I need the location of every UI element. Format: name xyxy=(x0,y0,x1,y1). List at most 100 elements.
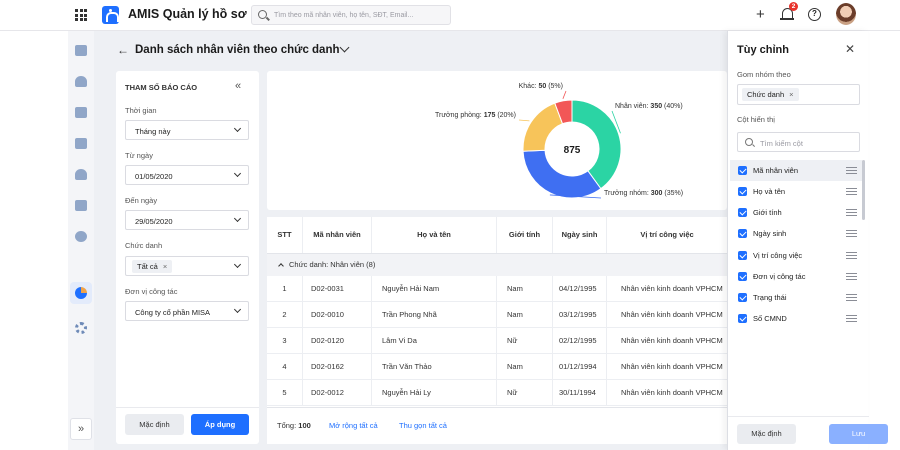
donut-slice[interactable] xyxy=(522,149,602,199)
cell-dob: 04/12/1995 xyxy=(553,276,607,302)
customize-default-button[interactable]: Mặc định xyxy=(737,424,796,444)
table-row[interactable]: 2 D02-0010 Trần Phong Nhã Nam 03/12/1995… xyxy=(267,302,727,328)
back-arrow-icon[interactable]: ← xyxy=(117,43,129,57)
collapse-all-link[interactable]: Thu gọn tất cả xyxy=(399,421,447,430)
column-option[interactable]: Số CMND xyxy=(730,308,862,329)
col-header-gender[interactable]: Giới tính xyxy=(497,217,553,253)
checkbox-checked-icon[interactable] xyxy=(738,272,747,281)
table-row[interactable]: 5 D02-0012 Nguyễn Hải Ly Nữ 30/11/1994 N… xyxy=(267,380,727,406)
drag-handle-icon[interactable] xyxy=(846,167,857,174)
checkbox-checked-icon[interactable] xyxy=(738,187,747,196)
drag-handle-icon[interactable] xyxy=(846,273,857,280)
apply-button[interactable]: Áp dụng xyxy=(191,414,249,435)
remove-tag-icon[interactable]: × xyxy=(163,262,167,271)
to-date-picker[interactable]: 29/05/2020 xyxy=(125,210,249,230)
checkbox-checked-icon[interactable] xyxy=(738,251,747,260)
from-date-picker[interactable]: 01/05/2020 xyxy=(125,165,249,185)
unit-select[interactable]: Công ty cổ phần MISA xyxy=(125,301,249,321)
checkbox-checked-icon[interactable] xyxy=(738,314,747,323)
cell-stt: 3 xyxy=(267,328,303,354)
checkbox-checked-icon[interactable] xyxy=(738,166,747,175)
visible-columns-label: Cột hiển thị xyxy=(737,115,775,124)
column-option[interactable]: Vị trí công việc xyxy=(730,245,862,266)
help-icon[interactable]: ? xyxy=(808,8,821,21)
nav-document-icon[interactable] xyxy=(75,107,87,118)
nav-clipboard-icon[interactable] xyxy=(75,138,87,149)
job-title-select[interactable]: Tất cả × xyxy=(125,256,249,276)
search-icon xyxy=(745,138,753,146)
cell-position: Nhân viên kinh doanh VPHCM xyxy=(621,388,723,397)
nav-info-icon[interactable] xyxy=(75,231,87,242)
cell-gender: Nam xyxy=(497,354,553,380)
job-title-tag[interactable]: Tất cả × xyxy=(132,260,173,273)
cell-name: Nguyễn Hải Nam xyxy=(372,276,497,302)
nav-report-pie-icon[interactable] xyxy=(75,287,87,299)
period-select[interactable]: Tháng này xyxy=(125,120,249,140)
table-row[interactable]: 1 D02-0031 Nguyễn Hải Nam Nam 04/12/1995… xyxy=(267,276,727,302)
drag-handle-icon[interactable] xyxy=(846,315,857,322)
column-list-scrollbar[interactable] xyxy=(862,160,865,220)
col-header-stt[interactable]: STT xyxy=(267,217,303,253)
column-option-label: Vị trí công việc xyxy=(753,251,803,260)
nav-profile-icon[interactable] xyxy=(75,76,87,87)
add-icon[interactable]: + xyxy=(756,7,765,22)
group-row[interactable]: Chức danh: Nhân viên (8) xyxy=(267,254,727,276)
cell-gender: Nữ xyxy=(497,380,553,406)
col-header-dob[interactable]: Ngày sinh xyxy=(553,217,607,253)
column-option[interactable]: Giới tính xyxy=(730,202,862,223)
cell-position: Nhân viên kinh doanh VPHCM xyxy=(621,362,723,371)
user-avatar[interactable] xyxy=(836,3,856,25)
save-button[interactable]: Lưu xyxy=(829,424,888,444)
nav-gift-icon[interactable] xyxy=(75,200,87,211)
to-date-label: Đến ngày xyxy=(125,196,158,205)
cell-code: D02-0120 xyxy=(303,328,372,354)
drag-handle-icon[interactable] xyxy=(846,230,857,237)
cell-stt: 5 xyxy=(267,380,303,406)
checkbox-checked-icon[interactable] xyxy=(738,208,747,217)
expand-nav-icon[interactable]: » xyxy=(70,418,92,440)
search-placeholder: Tìm theo mã nhân viên, họ tên, SĐT, Emai… xyxy=(274,12,414,19)
col-header-code[interactable]: Mã nhân viên xyxy=(303,217,372,253)
drag-handle-icon[interactable] xyxy=(846,252,857,259)
expand-all-link[interactable]: Mở rộng tất cả xyxy=(329,421,378,430)
drag-handle-icon[interactable] xyxy=(846,294,857,301)
col-header-name[interactable]: Họ và tên xyxy=(372,217,497,253)
chevron-down-icon xyxy=(233,124,242,133)
column-option[interactable]: Họ và tên xyxy=(730,181,862,202)
col-header-position[interactable]: Vị trí công việc xyxy=(607,217,727,253)
column-search-input[interactable]: Tìm kiếm cột xyxy=(737,132,860,152)
apps-grid-icon[interactable] xyxy=(75,9,87,21)
column-option-label: Mã nhân viên xyxy=(753,166,799,175)
collapse-group-icon[interactable] xyxy=(278,263,284,269)
global-search-input[interactable]: Tìm theo mã nhân viên, họ tên, SĐT, Emai… xyxy=(251,5,451,25)
group-by-select[interactable]: Chức danh × xyxy=(737,84,860,105)
drag-handle-icon[interactable] xyxy=(846,209,857,216)
collapse-params-icon[interactable]: « xyxy=(235,80,241,92)
nav-users-icon[interactable] xyxy=(75,169,87,180)
params-divider xyxy=(116,407,259,408)
table-row[interactable]: 4 D02-0162 Trần Văn Thảo Nam 01/12/1994 … xyxy=(267,354,727,380)
group-by-tag[interactable]: Chức danh × xyxy=(742,88,799,101)
checkbox-checked-icon[interactable] xyxy=(738,293,747,302)
params-default-button[interactable]: Mặc định xyxy=(125,414,184,435)
nav-settings-icon[interactable] xyxy=(75,322,87,334)
cell-dob: 01/12/1994 xyxy=(553,354,607,380)
column-option[interactable]: Mã nhân viên xyxy=(730,160,862,181)
cell-stt: 2 xyxy=(267,302,303,328)
chevron-down-icon xyxy=(233,214,242,223)
total-value: 100 xyxy=(298,421,311,430)
column-option[interactable]: Trạng thái xyxy=(730,287,862,308)
column-option[interactable]: Đơn vị công tác xyxy=(730,266,862,287)
report-params-panel: THAM SỐ BÁO CÁO « Thời gian Tháng này Từ… xyxy=(116,71,259,444)
close-icon[interactable]: ✕ xyxy=(845,42,855,56)
remove-tag-icon[interactable]: × xyxy=(789,90,793,99)
donut-slice[interactable] xyxy=(522,102,564,152)
checkbox-checked-icon[interactable] xyxy=(738,229,747,238)
cell-code: D02-0010 xyxy=(303,302,372,328)
nav-dashboard-icon[interactable] xyxy=(75,45,87,56)
drag-handle-icon[interactable] xyxy=(846,188,857,195)
column-option-label: Số CMND xyxy=(753,314,787,323)
cell-code: D02-0162 xyxy=(303,354,372,380)
column-option[interactable]: Ngày sinh xyxy=(730,223,862,244)
table-row[interactable]: 3 D02-0120 Lâm Vi Da Nữ 02/12/1995 Nhân … xyxy=(267,328,727,354)
